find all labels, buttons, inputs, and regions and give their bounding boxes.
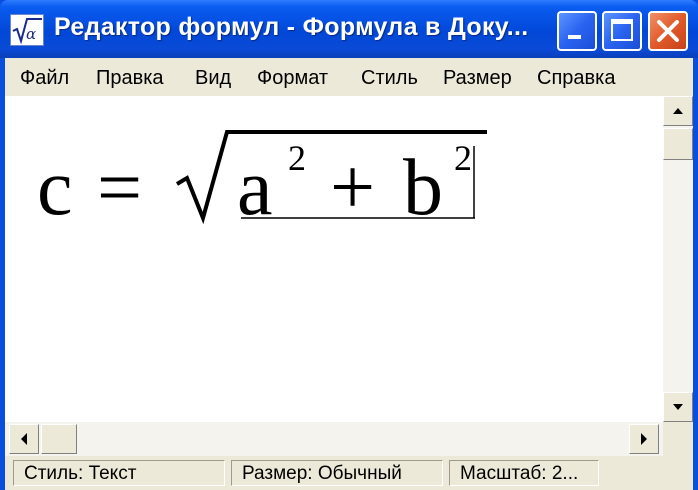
horizontal-scroll-thumb[interactable] [41, 424, 77, 454]
formula-equals[interactable]: = [97, 144, 142, 232]
menu-view[interactable]: Вид [195, 67, 231, 90]
menu-style[interactable]: Стиль [361, 67, 418, 90]
window-title: Редактор формул - Формула в Доку... [54, 13, 529, 41]
scroll-up-button[interactable] [663, 96, 693, 126]
arrow-down-icon [673, 404, 683, 410]
status-size: Размер: Обычный [231, 460, 443, 486]
status-bar: Стиль: Текст Размер: Обычный Масштаб: 2.… [5, 456, 693, 490]
scrollbar-corner [663, 422, 693, 456]
horizontal-scrollbar[interactable] [5, 422, 663, 456]
formula-exponent-b[interactable]: 2 [454, 138, 472, 178]
title-bar[interactable]: α Редактор формул - Формула в Доку... [0, 0, 698, 58]
status-zoom: Масштаб: 2... [449, 460, 599, 486]
formula-app-icon[interactable]: α [10, 14, 44, 46]
arrow-up-icon [673, 108, 683, 114]
vertical-scrollbar[interactable] [663, 96, 693, 422]
formula-radicand-a[interactable]: a [237, 144, 273, 232]
scroll-right-button[interactable] [629, 424, 659, 454]
scroll-left-button[interactable] [9, 424, 39, 454]
menu-help[interactable]: Справка [537, 67, 615, 90]
formula-exponent-a[interactable]: 2 [288, 138, 306, 178]
vertical-scroll-thumb[interactable] [663, 128, 693, 160]
menu-edit[interactable]: Правка [96, 67, 164, 90]
formula-editor-window: α Редактор формул - Формула в Доку... Фа… [0, 0, 698, 490]
formula-plus[interactable]: + [330, 144, 375, 232]
maximize-icon [611, 19, 633, 41]
arrow-right-icon [641, 433, 647, 445]
minimize-button[interactable] [557, 11, 597, 51]
formula[interactable]: c = a 2 + b 2 [5, 96, 663, 422]
formula-lhs[interactable]: c [37, 144, 73, 232]
menu-format[interactable]: Формат [257, 67, 328, 90]
menu-file[interactable]: Файл [20, 67, 69, 90]
minimize-icon [568, 35, 581, 39]
close-button[interactable] [648, 11, 688, 51]
app-icon-glyph: α [26, 25, 36, 43]
close-icon [657, 20, 679, 42]
menu-bar: Файл Правка Вид Формат Стиль Размер Спра… [5, 58, 693, 96]
formula-radicand-b[interactable]: b [403, 144, 443, 232]
client-area: c = a 2 + b 2 [5, 96, 693, 456]
scroll-down-button[interactable] [663, 392, 693, 422]
arrow-left-icon [21, 433, 27, 445]
formula-editing-area[interactable]: c = a 2 + b 2 [5, 96, 663, 422]
menu-size[interactable]: Размер [443, 67, 512, 90]
status-style: Стиль: Текст [13, 460, 225, 486]
maximize-button[interactable] [602, 11, 642, 51]
